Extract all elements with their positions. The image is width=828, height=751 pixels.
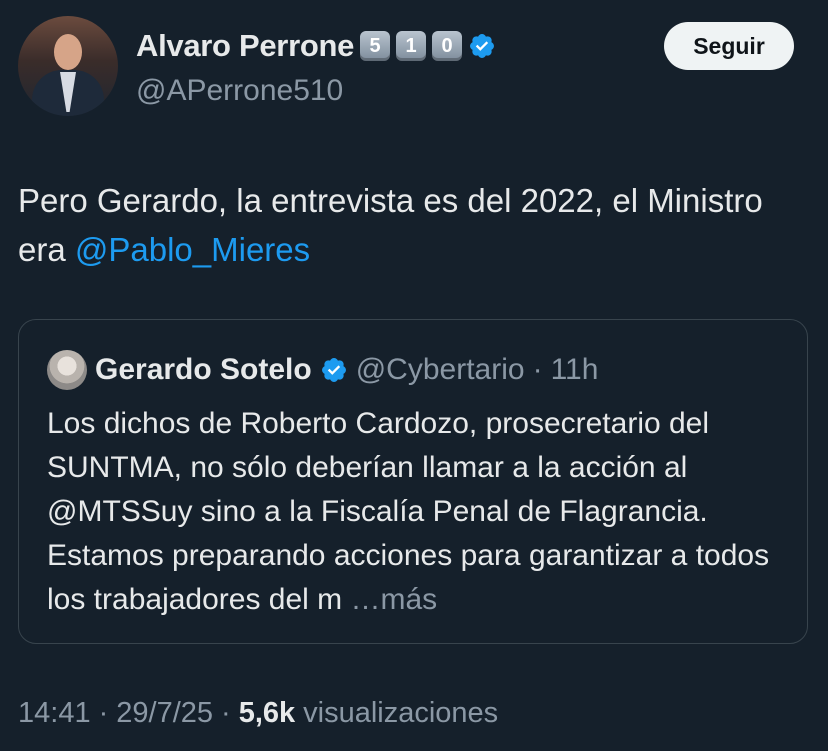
badge-keycap-1: 1 [396, 31, 427, 61]
author-handle[interactable]: @APerrone510 [136, 74, 343, 108]
author-avatar[interactable] [18, 16, 118, 116]
tweet-meta: 14:41 · 29/7/25 · 5,6k visualizaciones [18, 697, 498, 730]
follow-button[interactable]: Seguir [664, 22, 794, 70]
separator-dot: · [532, 353, 543, 386]
quoted-tweet[interactable]: Gerardo Sotelo @Cybertario · 11h Los dic… [18, 319, 808, 644]
avatar-face [54, 34, 82, 70]
separator-dot: · [221, 697, 231, 729]
views-count[interactable]: 5,6k [239, 697, 295, 730]
mention-link[interactable]: @Pablo_Mieres [75, 231, 310, 268]
quoted-author-name[interactable]: Gerardo Sotelo [95, 353, 312, 387]
quoted-tweet-header: Gerardo Sotelo @Cybertario · 11h [47, 350, 598, 390]
views-label: visualizaciones [303, 697, 499, 729]
quoted-timestamp[interactable]: 11h [551, 353, 599, 387]
separator-dot: · [98, 697, 109, 729]
tweet-header: Alvaro Perrone 5 1 0 @APerrone510 Seguir [18, 16, 794, 120]
quoted-author-avatar[interactable] [47, 350, 87, 390]
tweet-text: Pero Gerardo, la entrevista es del 2022,… [18, 176, 798, 274]
badge-keycap-5: 5 [360, 31, 391, 61]
quoted-author-handle[interactable]: @Cybertario [356, 353, 525, 387]
author-display-name[interactable]: Alvaro Perrone [136, 28, 354, 64]
author-name-row: Alvaro Perrone 5 1 0 [136, 28, 496, 64]
quoted-tweet-text: Los dichos de Roberto Cardozo, prosecret… [47, 402, 787, 622]
badge-keycap-0: 0 [432, 31, 463, 61]
verified-badge-icon [321, 358, 346, 382]
tweet-time[interactable]: 14:41 [18, 697, 91, 730]
tweet-date[interactable]: 29/7/25 [116, 697, 213, 730]
verified-badge-icon[interactable] [468, 32, 496, 60]
show-more-link[interactable]: …más [351, 583, 438, 616]
